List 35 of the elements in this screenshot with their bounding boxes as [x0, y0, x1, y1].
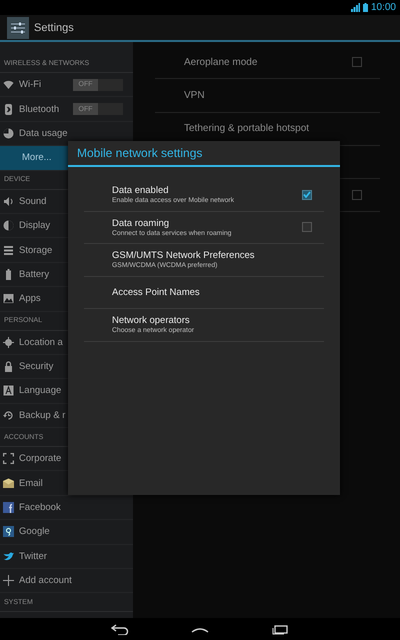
speaker-icon	[3, 196, 14, 207]
sidebar-item[interactable]: Add account	[0, 569, 133, 594]
status-time: 10:00	[370, 2, 396, 13]
recent-apps-icon[interactable]	[270, 623, 290, 635]
checkbox[interactable]	[302, 222, 312, 232]
checkmark-icon	[303, 191, 311, 198]
facebook-icon	[3, 502, 14, 514]
corners-icon	[3, 453, 14, 464]
history-icon	[3, 410, 14, 421]
battery-icon	[3, 268, 14, 280]
bird-icon	[3, 550, 14, 562]
screen-title: Settings	[34, 22, 74, 34]
checkbox[interactable]	[352, 57, 362, 68]
sidebar-item[interactable]: Twitter	[0, 544, 133, 570]
sliders-icon	[7, 16, 29, 38]
signal-icon	[350, 3, 360, 12]
checkbox[interactable]	[302, 190, 312, 200]
checkbox[interactable]	[352, 190, 362, 200]
dialog-title: Mobile network settings	[68, 141, 340, 167]
envelope-icon	[3, 478, 14, 489]
battery-icon	[362, 3, 368, 12]
setting-label: Tethering & portable hotspot	[184, 123, 310, 134]
plus-icon	[3, 575, 14, 586]
pie-chart-icon	[3, 128, 14, 139]
wifi-icon	[3, 79, 14, 90]
list-icon	[3, 244, 14, 256]
back-icon[interactable]	[110, 623, 130, 635]
sidebar-item[interactable]: Google	[0, 520, 133, 545]
letter-tile-icon	[3, 385, 14, 396]
lock-icon	[3, 361, 14, 372]
setting-label: VPN	[184, 90, 205, 101]
brightness-icon	[3, 220, 14, 232]
crosshair-icon	[3, 336, 14, 348]
setting-label: Aeroplane mode	[184, 56, 258, 68]
image-icon	[3, 293, 14, 304]
